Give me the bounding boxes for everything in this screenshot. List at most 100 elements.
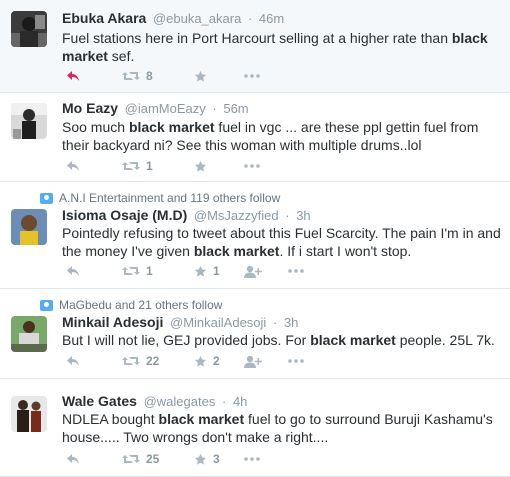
star-icon	[194, 70, 207, 82]
user-name[interactable]: Mo Eazy	[62, 100, 118, 116]
retweet-button[interactable]: 25	[122, 452, 194, 466]
people-icon	[40, 192, 53, 204]
retweet-button[interactable]: 22	[122, 354, 194, 368]
star-icon	[194, 265, 207, 277]
user-handle[interactable]: @MinkailAdesoji	[170, 315, 266, 330]
user-name[interactable]: Minkail Adesoji	[62, 314, 163, 330]
separator: ·	[221, 394, 227, 409]
user-handle[interactable]: @walegates	[144, 394, 216, 409]
tweet-header: Mo Eazy @iamMoEazy · 56m	[62, 100, 249, 117]
favorite-count: 1	[213, 264, 220, 278]
reply-button[interactable]	[66, 355, 122, 367]
favorite-button[interactable]: 1	[194, 264, 244, 278]
retweet-count: 1	[146, 159, 153, 173]
tweet-timeline: Ebuka Akara @ebuka_akara · 46m Fuel stat…	[0, 0, 510, 477]
avatar[interactable]	[11, 316, 47, 352]
more-dots-icon	[288, 359, 304, 363]
timestamp[interactable]: 3h	[296, 208, 310, 223]
follow-icon	[244, 265, 262, 278]
highlight-term: black market	[193, 243, 280, 259]
tweet-2[interactable]: Mo Eazy @iamMoEazy · 56m Soo much black …	[0, 93, 510, 182]
favorite-button[interactable]: 2	[194, 354, 244, 368]
reply-icon	[67, 71, 79, 81]
social-context[interactable]: MaGbedu and 21 others follow	[40, 298, 222, 312]
tweet-5[interactable]: Wale Gates @walegates · 4h NDLEA bought …	[0, 379, 510, 477]
more-button[interactable]	[244, 74, 274, 78]
tweet-4[interactable]: MaGbedu and 21 others follow Minkail Ade…	[0, 289, 510, 379]
social-context[interactable]: A.N.I Entertainment and 119 others follo…	[40, 191, 280, 205]
user-handle[interactable]: @MsJazzyfied	[194, 208, 279, 223]
more-dots-icon	[244, 457, 260, 461]
user-name[interactable]: Isioma Osaje (M.D)	[62, 207, 187, 223]
highlight-term: black market	[158, 411, 245, 427]
retweet-count: 22	[146, 354, 160, 368]
retweet-button[interactable]: 8	[122, 69, 194, 83]
user-handle[interactable]: @ebuka_akara	[153, 11, 241, 26]
retweet-count: 1	[146, 264, 153, 278]
more-button[interactable]	[244, 164, 274, 168]
retweet-icon	[122, 357, 140, 365]
social-context-text: MaGbedu and 21 others follow	[59, 298, 223, 312]
retweet-icon	[122, 72, 140, 80]
tweet-actions: 8	[66, 68, 274, 84]
tweet-text: Soo much black market fuel in vgc ... ar…	[62, 119, 479, 153]
avatar[interactable]	[11, 103, 47, 139]
tweet-header: Minkail Adesoji @MinkailAdesoji · 3h	[62, 314, 298, 331]
tweet-actions: 1 1	[66, 263, 318, 279]
retweet-icon	[122, 267, 140, 275]
people-icon	[40, 299, 53, 311]
retweet-count: 25	[146, 452, 160, 466]
more-dots-icon	[244, 164, 260, 168]
star-icon	[194, 453, 207, 465]
timestamp[interactable]: 4h	[233, 394, 247, 409]
avatar[interactable]	[11, 209, 47, 245]
star-icon	[194, 160, 207, 172]
avatar[interactable]	[11, 396, 47, 432]
retweet-icon	[122, 162, 140, 170]
retweet-button[interactable]: 1	[122, 159, 194, 173]
reply-icon	[67, 161, 79, 171]
tweet-text: Pointedly refusing to tweet about this F…	[62, 225, 501, 259]
separator: ·	[247, 11, 253, 26]
tweet-3[interactable]: A.N.I Entertainment and 119 others follo…	[0, 182, 510, 289]
favorite-button[interactable]	[194, 160, 244, 173]
star-icon	[194, 355, 207, 367]
highlight-term: black market	[310, 332, 396, 348]
tweet-text: Fuel stations here in Port Harcourt sell…	[62, 30, 488, 64]
retweet-count: 8	[146, 69, 153, 83]
user-handle[interactable]: @iamMoEazy	[125, 101, 206, 116]
reply-button[interactable]	[66, 160, 122, 172]
tweet-actions: 22 2	[66, 353, 318, 369]
user-name[interactable]: Wale Gates	[62, 393, 137, 409]
reply-button[interactable]	[66, 453, 122, 465]
favorite-button[interactable]	[194, 70, 244, 83]
timestamp[interactable]: 3h	[284, 315, 298, 330]
more-button[interactable]	[288, 359, 318, 363]
user-name[interactable]: Ebuka Akara	[62, 10, 146, 26]
tweet-header: Wale Gates @walegates · 4h	[62, 393, 247, 410]
favorite-button[interactable]: 3	[194, 452, 244, 466]
reply-button[interactable]	[66, 265, 122, 277]
follow-icon	[244, 355, 262, 368]
avatar[interactable]	[11, 11, 47, 47]
tweet-1[interactable]: Ebuka Akara @ebuka_akara · 46m Fuel stat…	[0, 0, 510, 93]
timestamp[interactable]: 46m	[259, 11, 284, 26]
more-button[interactable]	[244, 457, 274, 461]
follow-button[interactable]	[244, 265, 288, 278]
retweet-icon	[122, 455, 140, 463]
tweet-text: But I will not lie, GEJ provided jobs. F…	[62, 332, 495, 348]
tweet-actions: 25 3	[66, 451, 274, 467]
follow-button[interactable]	[244, 355, 288, 368]
tweet-text: NDLEA bought black market fuel to go to …	[62, 411, 493, 445]
reply-button[interactable]	[66, 70, 122, 82]
more-dots-icon	[288, 269, 304, 273]
retweet-button[interactable]: 1	[122, 264, 194, 278]
separator: ·	[212, 101, 217, 116]
reply-icon	[67, 266, 79, 276]
social-context-text: A.N.I Entertainment and 119 others follo…	[59, 191, 281, 205]
more-dots-icon	[244, 74, 260, 78]
more-button[interactable]	[288, 269, 318, 273]
timestamp[interactable]: 56m	[223, 101, 248, 116]
highlight-term: black market	[128, 119, 215, 135]
reply-icon	[67, 454, 79, 464]
